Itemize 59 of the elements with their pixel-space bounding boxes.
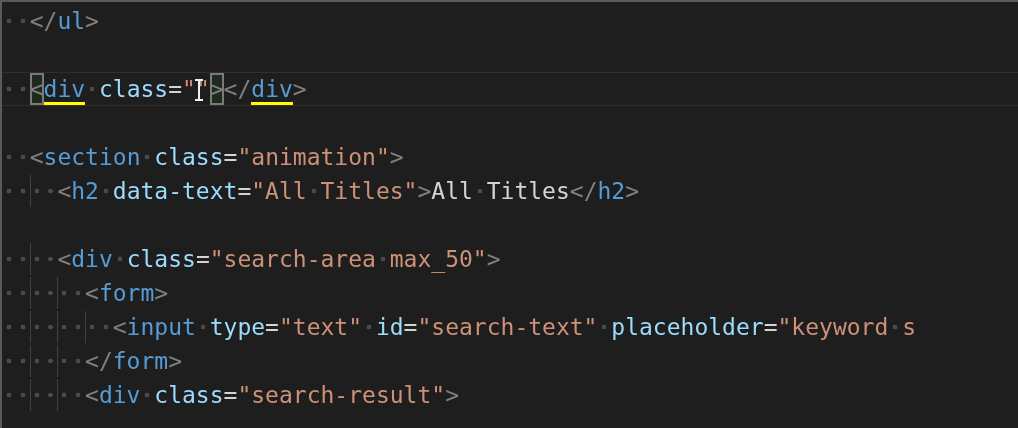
tag-name: input [126, 313, 196, 342]
equals-sign: = [168, 75, 183, 104]
tag-bracket: < [85, 279, 99, 308]
tag-name: div [43, 73, 86, 105]
attribute-name: placeholder [611, 313, 764, 342]
attribute-name: class [154, 143, 224, 172]
equals-sign: = [223, 381, 238, 410]
tag-bracket: > [625, 177, 640, 206]
equals-sign: = [195, 245, 210, 274]
attribute-name: id [375, 313, 404, 342]
tag-bracket: > [389, 143, 404, 172]
tag-bracket: > [168, 347, 182, 376]
attribute-name: class [154, 381, 224, 410]
tag-name: div [251, 73, 293, 105]
tag-name: h2 [71, 177, 99, 206]
attribute-name: data-text [112, 177, 238, 206]
text-content: All [431, 177, 473, 206]
attribute-value: "All [251, 177, 307, 206]
attribute-value: "keyword [777, 313, 889, 342]
tag-bracket: > [445, 381, 459, 410]
attribute-value: Titles" [320, 177, 418, 206]
tag-name: form [112, 347, 169, 376]
attribute-value: "animation" [237, 143, 390, 172]
attribute-value: "search-result" [237, 381, 446, 410]
equals-sign: = [265, 313, 279, 342]
equals-sign: = [223, 143, 238, 172]
attribute-value: "search-area [209, 245, 376, 274]
tag-bracket: < [57, 245, 72, 274]
attribute-name: class [98, 75, 169, 104]
tag-name: div [71, 245, 113, 274]
text-content: Titles [486, 177, 570, 206]
equals-sign: = [403, 313, 418, 342]
tag-name: section [43, 143, 141, 172]
tag-bracket: </ [29, 7, 58, 36]
tag-bracket: > [85, 7, 99, 36]
attribute-name: class [126, 245, 196, 274]
tag-bracket: < [112, 313, 127, 342]
tag-bracket: > [292, 75, 307, 104]
attribute-value: s [902, 313, 916, 342]
tag-bracket: < [29, 143, 44, 172]
tag-name: h2 [597, 177, 626, 206]
attribute-value: max_50" [389, 245, 487, 275]
tag-name: div [98, 381, 141, 410]
equals-sign: = [237, 177, 252, 206]
tag-bracket: > [154, 279, 169, 308]
tag-name: ul [57, 7, 86, 36]
equals-sign: = [763, 313, 778, 342]
tag-bracket: > [486, 245, 501, 274]
code-editor[interactable] [0, 0, 1018, 428]
tag-bracket: </ [569, 177, 598, 206]
attribute-name: type [209, 313, 266, 342]
tag-bracket: </ [223, 75, 252, 104]
attribute-value: "text" [278, 313, 363, 342]
tag-bracket: </ [85, 347, 113, 376]
tag-bracket: > [417, 177, 432, 206]
attribute-value: "search-text" [417, 313, 598, 342]
tag-bracket: < [57, 177, 72, 206]
tag-name: form [98, 279, 155, 308]
tag-bracket: < [85, 381, 99, 410]
